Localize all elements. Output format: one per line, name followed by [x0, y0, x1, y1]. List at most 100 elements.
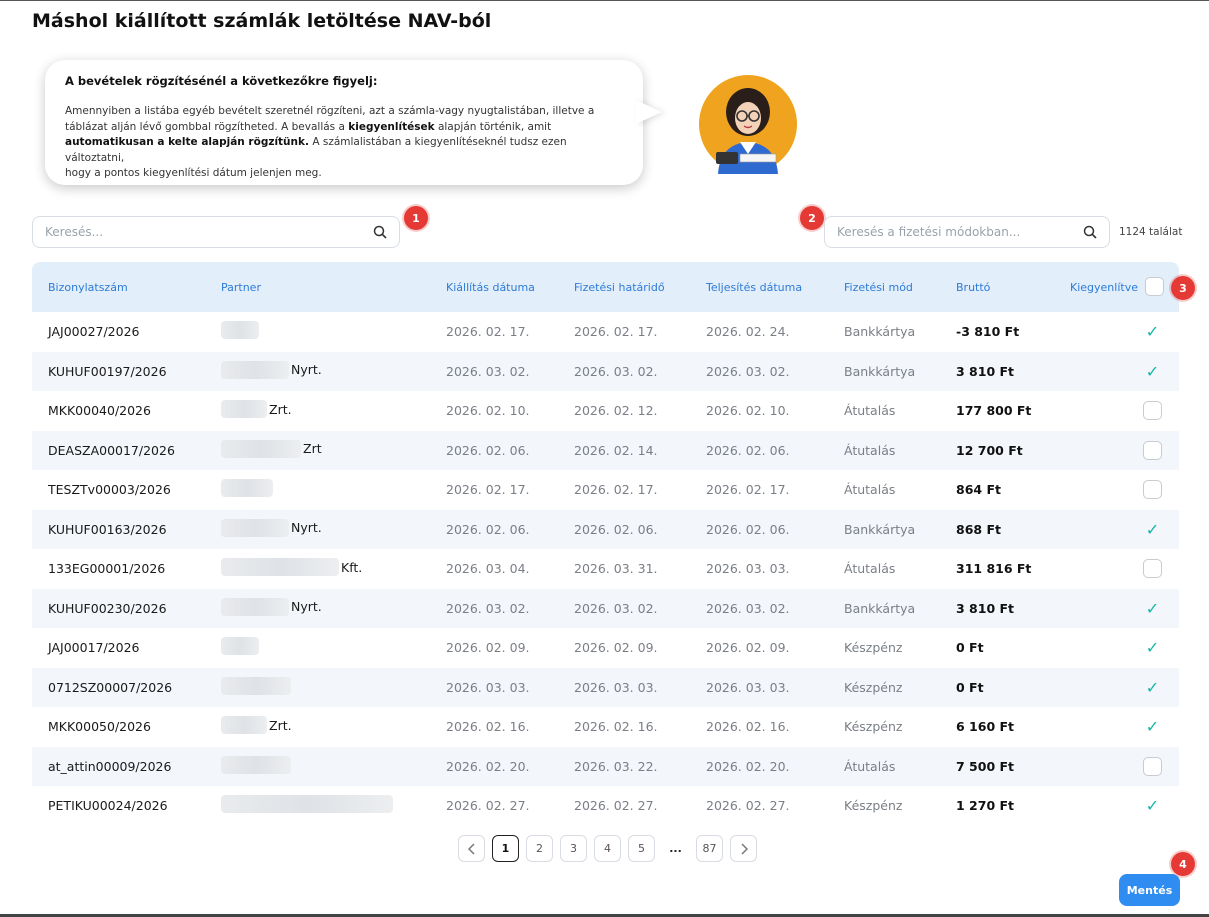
- settled-checkbox[interactable]: [1143, 756, 1162, 776]
- partner-cell: [221, 479, 275, 497]
- redacted-partner-name: [221, 518, 289, 537]
- invoice-number[interactable]: 0712SZ00007/2026: [48, 680, 172, 695]
- search-icon[interactable]: [1083, 225, 1097, 239]
- table-row[interactable]: DEASZA00017/2026 Zrt 2026. 02. 06. 2026. 02…: [32, 430, 1179, 470]
- next-page-button[interactable]: [730, 835, 757, 862]
- prev-page-button[interactable]: [458, 835, 485, 862]
- col-partner[interactable]: Partner: [221, 281, 261, 294]
- settled-cell[interactable]: [1143, 401, 1162, 420]
- page-button-last[interactable]: 87: [696, 835, 723, 862]
- page-button-3[interactable]: 3: [560, 835, 587, 862]
- settled-checkbox[interactable]: [1143, 559, 1162, 578]
- partner-suffix: Zrt.: [269, 401, 292, 417]
- redacted-partner-name: [221, 400, 267, 418]
- partner-cell: Zrt.: [221, 716, 292, 734]
- table-row[interactable]: at_attin00009/2026 2026. 02. 20. 2026. 03.…: [32, 746, 1179, 786]
- settled-checkbox[interactable]: [1143, 401, 1162, 420]
- settled-cell[interactable]: ✓: [1143, 717, 1162, 736]
- col-settled[interactable]: Kiegyenlítve: [1070, 281, 1138, 294]
- redacted-partner-name: [221, 479, 273, 497]
- settled-check-icon[interactable]: ✓: [1143, 796, 1162, 815]
- table-row[interactable]: TESZTv00003/2026 2026. 02. 17. 2026. 02. 1…: [32, 470, 1179, 510]
- table-row[interactable]: 133EG00001/2026 Kft. 2026. 03. 04. 2026. 03…: [32, 549, 1179, 589]
- search-input[interactable]: [45, 225, 373, 239]
- invoice-number[interactable]: PETIKU00024/2026: [48, 798, 168, 813]
- issue-date: 2026. 02. 10.: [446, 403, 530, 418]
- fulfil-date: 2026. 02. 17.: [706, 482, 790, 497]
- settled-cell[interactable]: [1143, 559, 1162, 578]
- col-fulfil-date[interactable]: Teljesítés dátuma: [706, 281, 802, 294]
- col-due-date[interactable]: Fizetési határidő: [574, 281, 665, 294]
- settled-checkbox[interactable]: [1143, 480, 1162, 499]
- table-row[interactable]: JAJ00027/2026 2026. 02. 17. 2026. 02. 17. 2…: [32, 312, 1179, 352]
- col-gross[interactable]: Bruttó: [956, 281, 990, 294]
- invoice-number[interactable]: 133EG00001/2026: [48, 561, 165, 576]
- settled-cell[interactable]: ✓: [1143, 638, 1162, 657]
- fulfil-date: 2026. 02. 20.: [706, 758, 790, 774]
- page-button-1[interactable]: 1: [492, 835, 519, 862]
- table-row[interactable]: KUHUF00230/2026 Nyrt. 2026. 03. 02. 2026. 0…: [32, 588, 1179, 628]
- settled-cell[interactable]: [1143, 440, 1162, 460]
- table-row[interactable]: KUHUF00163/2026 Nyrt. 2026. 02. 06. 2026. 0…: [32, 509, 1179, 549]
- assistant-avatar: [699, 75, 797, 174]
- table-row[interactable]: KUHUF00197/2026 Nyrt. 2026. 03. 02. 2026. 0…: [32, 351, 1179, 391]
- settled-cell[interactable]: [1143, 756, 1162, 776]
- marker-badge-2: 2: [800, 206, 824, 230]
- table-row[interactable]: MKK00050/2026 Zrt. 2026. 02. 16. 2026. 02. …: [32, 707, 1179, 747]
- payment-search-input[interactable]: [837, 225, 1083, 239]
- settled-check-icon[interactable]: ✓: [1143, 599, 1162, 618]
- page-button-4[interactable]: 4: [594, 835, 621, 862]
- settled-cell[interactable]: ✓: [1143, 362, 1162, 381]
- invoice-number[interactable]: at_attin00009/2026: [48, 759, 171, 774]
- invoice-number[interactable]: DEASZA00017/2026: [48, 443, 175, 458]
- invoice-number[interactable]: KUHUF00163/2026: [48, 522, 167, 537]
- settled-cell[interactable]: ✓: [1143, 322, 1162, 341]
- partner-cell: Nyrt.: [221, 597, 322, 616]
- gross-amount: 864 Ft: [956, 482, 1001, 497]
- settled-cell[interactable]: ✓: [1143, 796, 1162, 815]
- settled-check-icon[interactable]: ✓: [1143, 638, 1162, 657]
- save-button[interactable]: Mentés: [1119, 874, 1180, 906]
- settled-check-icon[interactable]: ✓: [1143, 362, 1162, 381]
- settled-check-icon[interactable]: ✓: [1143, 717, 1162, 736]
- invoice-number[interactable]: JAJ00017/2026: [48, 640, 140, 655]
- col-number[interactable]: Bizonylatszám: [48, 281, 128, 294]
- table-row[interactable]: JAJ00017/2026 2026. 02. 09. 2026. 02. 09. 2…: [32, 628, 1179, 668]
- invoice-number[interactable]: MKK00050/2026: [48, 719, 151, 734]
- settled-cell[interactable]: ✓: [1143, 520, 1162, 539]
- table-row[interactable]: PETIKU00024/2026 2026. 02. 27. 2026. 02. 2…: [32, 786, 1179, 826]
- settled-cell[interactable]: ✓: [1143, 678, 1162, 697]
- issue-date: 2026. 02. 17.: [446, 482, 530, 497]
- gross-amount: 177 800 Ft: [956, 403, 1032, 418]
- page-title: Máshol kiállított számlák letöltése NAV-…: [32, 10, 492, 32]
- search-field[interactable]: [32, 216, 400, 248]
- payment-method: Átutalás: [844, 442, 896, 458]
- issue-date: 2026. 02. 06.: [446, 442, 530, 458]
- invoice-number[interactable]: KUHUF00230/2026: [48, 601, 167, 616]
- settled-check-icon[interactable]: ✓: [1143, 678, 1162, 697]
- col-payment[interactable]: Fizetési mód: [844, 281, 913, 294]
- page-button-5[interactable]: 5: [628, 835, 655, 862]
- settled-check-icon[interactable]: ✓: [1143, 520, 1162, 539]
- col-issue-date[interactable]: Kiállítás dátuma: [446, 281, 535, 294]
- partner-cell: Zrt.: [221, 400, 292, 418]
- table-row[interactable]: 0712SZ00007/2026 2026. 03. 03. 2026. 03. 0…: [32, 667, 1179, 707]
- select-all-checkbox[interactable]: [1145, 277, 1164, 296]
- partner-cell: Nyrt.: [221, 360, 322, 379]
- table-row[interactable]: MKK00040/2026 Zrt. 2026. 02. 10. 2026. 02. …: [32, 391, 1179, 431]
- settled-checkbox[interactable]: [1143, 440, 1162, 460]
- invoice-number[interactable]: TESZTv00003/2026: [48, 482, 171, 497]
- invoice-number[interactable]: JAJ00027/2026: [48, 324, 140, 339]
- invoice-number[interactable]: MKK00040/2026: [48, 403, 151, 418]
- payment-search-field[interactable]: [824, 216, 1110, 248]
- page-button-2[interactable]: 2: [526, 835, 553, 862]
- fulfil-date: 2026. 02. 10.: [706, 403, 790, 418]
- settled-check-icon[interactable]: ✓: [1143, 322, 1162, 341]
- issue-date: 2026. 03. 02.: [446, 363, 530, 379]
- settled-cell[interactable]: ✓: [1143, 599, 1162, 618]
- info-bubble-tail: [636, 100, 662, 124]
- settled-cell[interactable]: [1143, 480, 1162, 499]
- search-icon[interactable]: [373, 225, 387, 239]
- invoice-number[interactable]: KUHUF00197/2026: [48, 364, 167, 379]
- info-line-2: táblázat alján lévő gombbal rögzítheted.…: [65, 120, 349, 133]
